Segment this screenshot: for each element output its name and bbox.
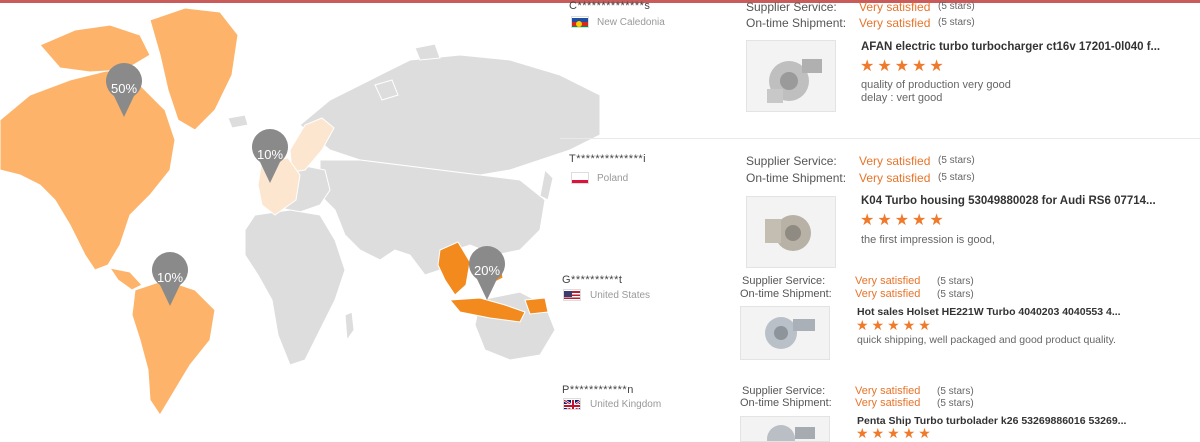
world-distribution-map: 50% 10% 10% 20% [0,7,600,416]
shipment-value: Very satisfied [855,288,921,300]
pin-percentage-label: 10% [257,147,283,162]
product-thumbnail[interactable] [746,40,836,112]
shipment-label: On-time Shipment: [740,397,832,409]
shipment-value: Very satisfied [859,171,931,185]
pin-percentage-label: 20% [474,263,500,278]
supplier-service-label: Supplier Service: [746,0,837,14]
review-divider [560,138,1200,139]
supplier-service-stars: (5 stars) [938,155,975,166]
central-america-region [108,267,143,291]
review-comment: delay : vert good [861,92,943,104]
buyer-country: New Caledonia [597,17,665,28]
supplier-service-label: Supplier Service: [746,154,837,168]
supplier-service-stars: (5 stars) [938,1,975,12]
rating-stars: ★★★★★ [860,212,947,229]
shipment-value: Very satisfied [855,397,921,409]
supplier-service-value: Very satisfied [855,385,921,397]
asia-landmass [319,159,546,276]
canadian-arctic-region [39,24,151,73]
supplier-service-value: Very satisfied [859,0,931,14]
iceland-landmass [227,114,249,129]
buyer-name: P************n [562,384,634,396]
product-title-link[interactable]: K04 Turbo housing 53049880028 for Audi R… [861,195,1156,207]
pin-percentage-label: 50% [111,81,137,96]
review-comment: quality of production very good [861,79,1011,91]
united-states-flag-icon [563,289,581,301]
new-caledonia-flag-icon [571,16,589,28]
shipment-value: Very satisfied [859,16,931,30]
south-america-region [131,279,216,416]
shipment-stars: (5 stars) [938,17,975,28]
africa-landmass [244,209,346,366]
buyer-country: United Kingdom [590,399,662,410]
buyer-name: C**************s [569,0,651,12]
map-pin-southeast-asia: 20% [468,246,505,300]
russia-landmass [299,54,600,176]
buyer-country: United States [590,290,651,301]
turbo-housing-image-icon [765,215,811,251]
shipment-label: On-time Shipment: [740,288,832,300]
buyer-name: G**********t [562,274,623,286]
buyer-name: T**************i [569,153,647,165]
rating-stars: ★★★★★ [856,317,934,333]
supplier-service-value: Very satisfied [859,154,931,168]
north-america-region [0,69,176,271]
united-kingdom-flag-icon [563,398,581,410]
madagascar-landmass [344,311,355,342]
product-thumbnail[interactable] [746,196,836,268]
japan-landmass [539,168,554,201]
poland-flag-icon [571,172,589,184]
product-thumbnail[interactable] [740,306,830,360]
supplier-service-stars: (5 stars) [937,386,974,397]
product-title-link[interactable]: AFAN electric turbo turbocharger ct16v 1… [861,41,1160,53]
supplier-service-value: Very satisfied [855,275,921,287]
shipment-stars: (5 stars) [937,289,974,300]
shipment-label: On-time Shipment: [746,171,847,185]
turbo-image-icon [767,59,822,103]
shipment-stars: (5 stars) [937,398,974,409]
review-comment: quick shipping, well packaged and good p… [857,334,1116,346]
turbo-image-icon [765,317,815,349]
turbo-image-icon [767,425,815,442]
product-thumbnail[interactable] [740,416,830,442]
buyer-country: Poland [597,173,629,184]
supplier-service-label: Supplier Service: [742,275,826,287]
review-comment: the first impression is good, [861,234,995,246]
shipment-stars: (5 stars) [938,172,975,183]
shipment-label: On-time Shipment: [746,16,847,30]
supplier-service-stars: (5 stars) [937,276,974,287]
southeast-asia-region [437,241,471,296]
rating-stars: ★★★★★ [856,425,934,441]
rating-stars: ★★★★★ [860,58,947,75]
pin-percentage-label: 10% [157,270,183,285]
supplier-service-label: Supplier Service: [742,385,826,397]
